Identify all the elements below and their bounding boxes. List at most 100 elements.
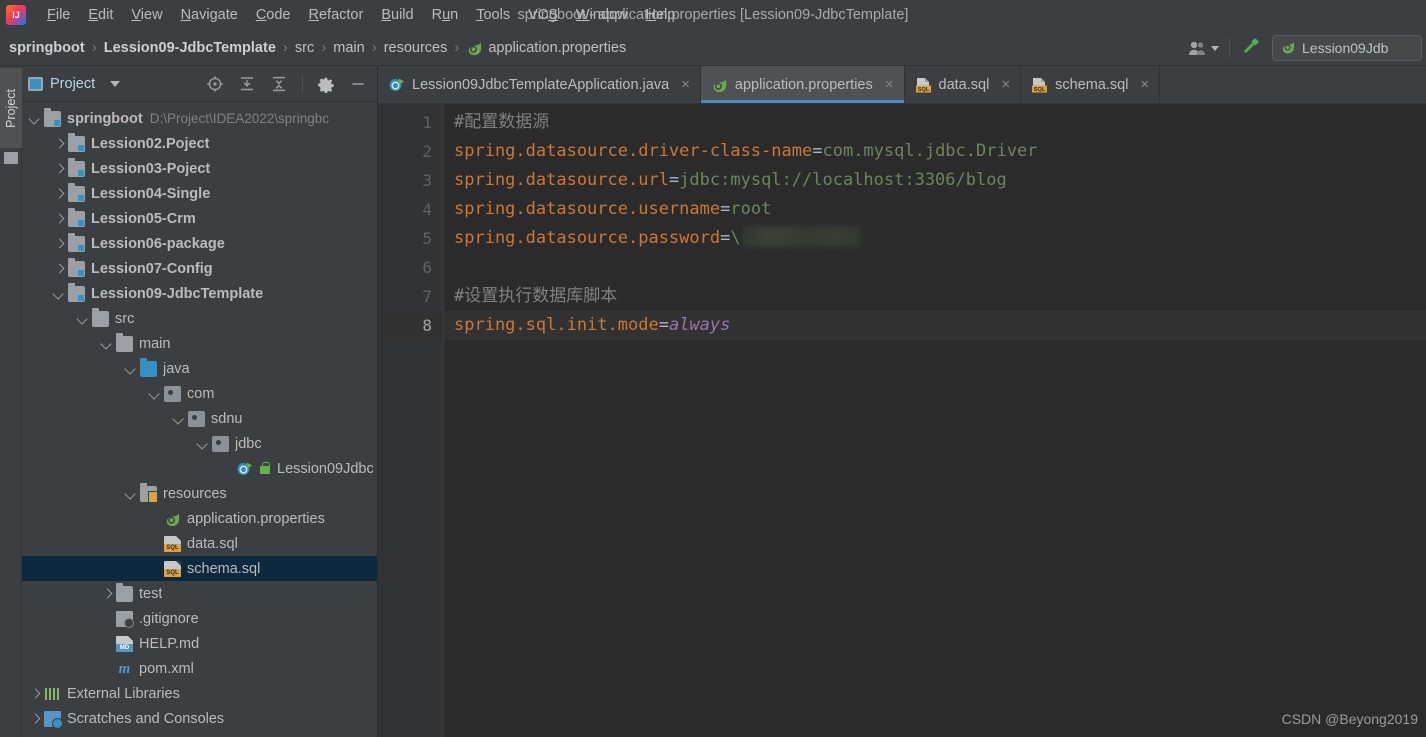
editor-tab-data-sql[interactable]: SQL data.sql × xyxy=(905,66,1022,103)
menu-item-edit[interactable]: Edit xyxy=(79,4,122,26)
tree-item-jdbc[interactable]: jdbc xyxy=(22,431,377,456)
tree-item-lession07-config[interactable]: Lession07-Config xyxy=(22,256,377,281)
menu-item-view[interactable]: View xyxy=(122,4,171,26)
tool-window-tab-project[interactable]: Project xyxy=(0,68,22,148)
code-line[interactable]: spring.sql.init.mode=always xyxy=(444,311,1426,340)
tree-item-schema-sql[interactable]: schema.sql xyxy=(22,556,377,581)
project-panel-title[interactable]: Project xyxy=(28,76,121,92)
menu-item-code[interactable]: Code xyxy=(247,4,300,26)
chevron-down-icon[interactable] xyxy=(172,412,186,426)
breadcrumb-item-src[interactable]: src xyxy=(290,38,319,58)
tree-item--gitignore[interactable]: .gitignore xyxy=(22,606,377,631)
code-lines[interactable]: #配置数据源 spring.datasource.driver-class-nam… xyxy=(444,104,1426,737)
expand-all-icon[interactable] xyxy=(238,75,256,93)
tree-item-resources[interactable]: resources xyxy=(22,481,377,506)
settings-gear-icon[interactable] xyxy=(317,75,335,93)
menu-item-refactor[interactable]: Refactor xyxy=(300,4,373,26)
code-line[interactable]: spring.datasource.password=\ xyxy=(444,224,1426,253)
close-icon[interactable]: × xyxy=(1001,77,1010,92)
tree-item-com[interactable]: com xyxy=(22,381,377,406)
menu-item-vcs[interactable]: VCS xyxy=(519,4,567,26)
watermark: CSDN @Beyong2019 xyxy=(1281,711,1418,727)
menu-item-help[interactable]: Help xyxy=(636,4,684,26)
menu-item-file[interactable]: File xyxy=(38,4,79,26)
tree-item-lession04-single[interactable]: Lession04-Single xyxy=(22,181,377,206)
chevron-down-icon[interactable] xyxy=(124,487,138,501)
breadcrumb-item-resources[interactable]: resources xyxy=(379,38,453,58)
menu-item-build[interactable]: Build xyxy=(372,4,422,26)
code-line[interactable] xyxy=(444,253,1426,282)
unlocked-padlock-icon xyxy=(259,461,271,477)
chevron-right-icon[interactable] xyxy=(100,587,114,601)
code-line[interactable]: #设置执行数据库脚本 xyxy=(444,282,1426,311)
people-icon[interactable] xyxy=(1188,40,1219,56)
tree-item-lession09-jdbctemplate[interactable]: Lession09-JdbcTemplate xyxy=(22,281,377,306)
structure-icon[interactable] xyxy=(4,152,18,164)
editor-tab-lession09jdbctemplateapplication-java[interactable]: Lession09JdbcTemplateApplication.java × xyxy=(378,66,701,103)
tree-item-scratches-and-consoles[interactable]: Scratches and Consoles xyxy=(22,706,377,731)
breadcrumb-item-application-properties[interactable]: application.properties xyxy=(461,38,631,58)
chevron-right-icon[interactable] xyxy=(52,137,66,151)
chevron-down-icon[interactable] xyxy=(148,387,162,401)
tree-item-lession06-package[interactable]: Lession06-package xyxy=(22,231,377,256)
breadcrumb-item-lession09-jdbctemplate[interactable]: Lession09-JdbcTemplate xyxy=(99,38,281,58)
editor-tab-schema-sql[interactable]: SQL schema.sql × xyxy=(1021,66,1161,103)
collapse-all-icon[interactable] xyxy=(270,75,288,93)
module-icon xyxy=(68,282,85,302)
editor-tab-application-properties[interactable]: application.properties × xyxy=(700,66,905,103)
chevron-down-icon[interactable] xyxy=(52,287,66,301)
line-number: 4 xyxy=(422,200,432,219)
chevron-right-icon[interactable] xyxy=(52,237,66,251)
line-number: 5 xyxy=(422,229,432,248)
close-icon[interactable]: × xyxy=(681,77,690,92)
chevron-right-icon[interactable] xyxy=(52,212,66,226)
tree-item-application-properties[interactable]: application.properties xyxy=(22,506,377,531)
build-hammer-icon[interactable] xyxy=(1240,35,1262,62)
folder-icon xyxy=(116,582,133,602)
chevron-down-icon[interactable] xyxy=(110,80,121,87)
close-icon[interactable]: × xyxy=(885,77,894,92)
property-equals: = xyxy=(720,228,731,248)
tree-item-external-libraries[interactable]: External Libraries xyxy=(22,681,377,706)
tree-item-sdnu[interactable]: sdnu xyxy=(22,406,377,431)
tree-item-springboot[interactable]: springboot D:\Project\IDEA2022\springbc xyxy=(22,106,377,131)
chevron-down-icon[interactable] xyxy=(28,112,42,126)
tree-item-java[interactable]: java xyxy=(22,356,377,381)
module-icon xyxy=(68,182,85,202)
code-line[interactable]: spring.datasource.url=jdbc:mysql://local… xyxy=(444,166,1426,195)
locate-icon[interactable] xyxy=(206,75,224,93)
tree-item-pom-xml[interactable]: m pom.xml xyxy=(22,656,377,681)
tree-item-label: springboot xyxy=(67,110,143,127)
code-line[interactable]: #配置数据源 xyxy=(444,108,1426,137)
tree-item-data-sql[interactable]: data.sql xyxy=(22,531,377,556)
chevron-right-icon[interactable] xyxy=(52,162,66,176)
chevron-down-icon[interactable] xyxy=(196,437,210,451)
breadcrumb-item-springboot[interactable]: springboot xyxy=(4,38,90,58)
close-icon[interactable]: × xyxy=(1140,77,1149,92)
chevron-down-icon[interactable] xyxy=(76,312,90,326)
tree-item-main[interactable]: main xyxy=(22,331,377,356)
code-line[interactable]: spring.datasource.username=root xyxy=(444,195,1426,224)
chevron-right-icon[interactable] xyxy=(52,262,66,276)
tree-item-lession03-poject[interactable]: Lession03-Poject xyxy=(22,156,377,181)
hide-minimize-icon[interactable] xyxy=(349,75,367,93)
tree-item-lession02-poject[interactable]: Lession02.Poject xyxy=(22,131,377,156)
menu-item-run[interactable]: Run xyxy=(423,4,468,26)
tree-item-lession09jdbc[interactable]: Lession09Jdbc xyxy=(22,456,377,481)
tree-item-src[interactable]: src xyxy=(22,306,377,331)
tree-item-lession05-crm[interactable]: Lession05-Crm xyxy=(22,206,377,231)
menu-item-navigate[interactable]: Navigate xyxy=(172,4,247,26)
code-editor[interactable]: 1 2 3 4 5 6 7 8 #配置数据源 spring.datasource.driver-… xyxy=(378,104,1426,737)
chevron-right-icon[interactable] xyxy=(28,687,42,701)
run-configuration-selector[interactable]: Lession09Jdb xyxy=(1272,35,1422,61)
code-line[interactable]: spring.datasource.driver-class-name=com.… xyxy=(444,137,1426,166)
menu-item-window[interactable]: Window xyxy=(567,4,637,26)
chevron-down-icon[interactable] xyxy=(124,362,138,376)
chevron-down-icon[interactable] xyxy=(100,337,114,351)
tree-item-help-md[interactable]: HELP.md xyxy=(22,631,377,656)
chevron-right-icon[interactable] xyxy=(52,187,66,201)
menu-item-tools[interactable]: Tools xyxy=(467,4,519,26)
chevron-right-icon[interactable] xyxy=(28,712,42,726)
tree-item-test[interactable]: test xyxy=(22,581,377,606)
breadcrumb-item-main[interactable]: main xyxy=(328,38,369,58)
